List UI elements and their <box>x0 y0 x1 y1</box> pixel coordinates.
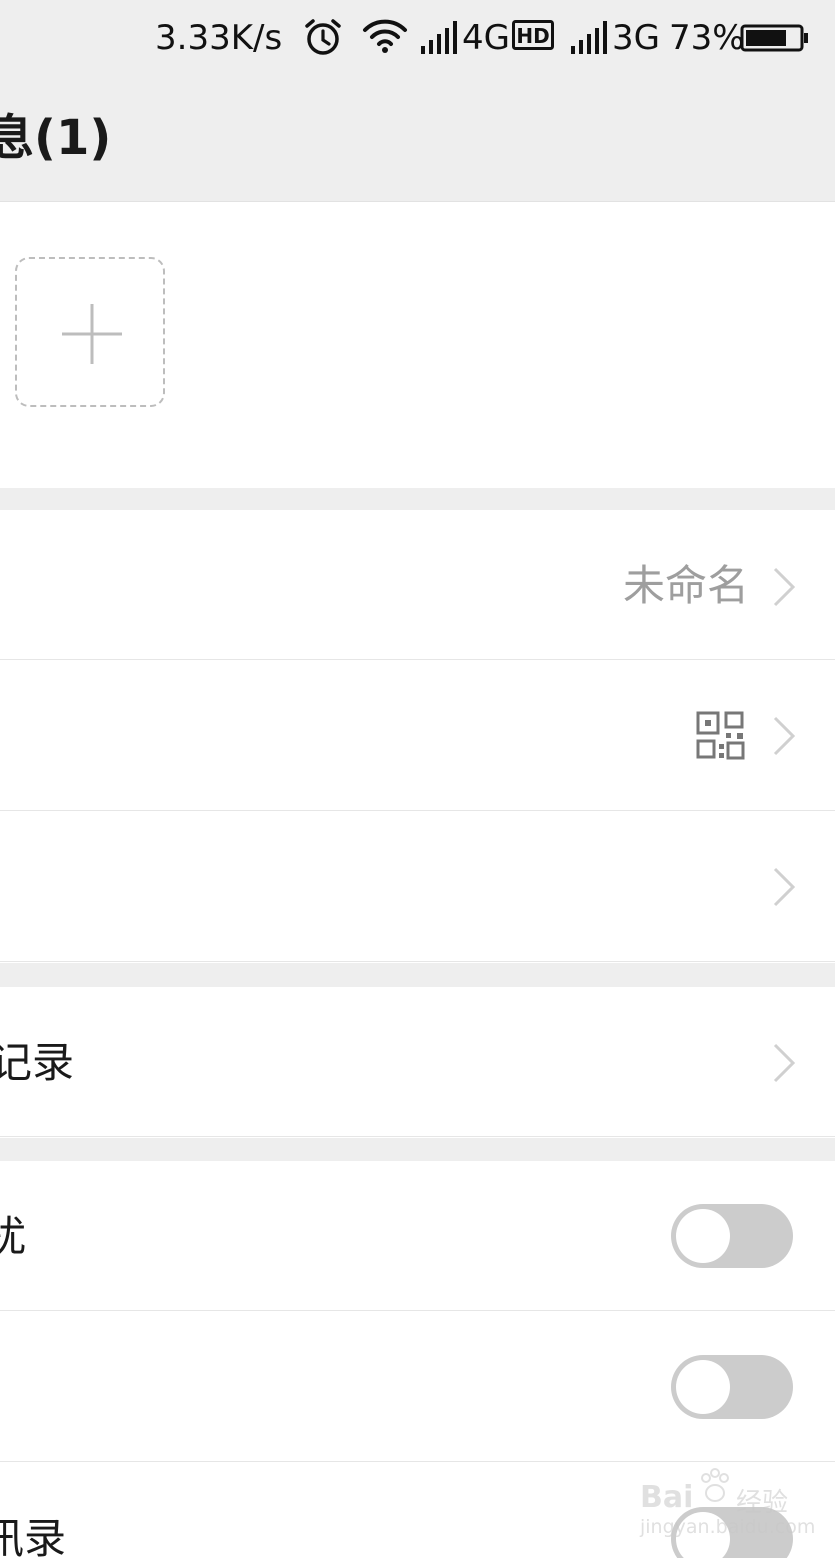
paw-icon <box>701 1468 729 1502</box>
wifi-icon <box>363 19 407 53</box>
hd-badge-icon: HD <box>512 20 554 50</box>
chat-history-row[interactable]: 记录 <box>0 987 835 1137</box>
do-not-disturb-label: 扰 <box>0 1212 27 1261</box>
do-not-disturb-row: 扰 <box>0 1161 835 1311</box>
status-bar: 3.33K/s 4G HD 3G 73% <box>0 0 835 78</box>
toggle-knob <box>676 1360 730 1414</box>
section-divider <box>0 963 835 987</box>
chevron-right-icon <box>773 867 796 907</box>
save-to-contacts-label: 讯录 <box>0 1514 67 1558</box>
plus-icon <box>62 304 122 364</box>
toggle-knob <box>676 1209 730 1263</box>
group-qr-code-row[interactable] <box>0 661 835 811</box>
baidu-watermark: Bai 经验 jingyan.baidu.com <box>640 1462 815 1542</box>
pin-chat-row <box>0 1312 835 1462</box>
network-type-primary: 4G <box>462 18 510 58</box>
pin-chat-toggle[interactable] <box>671 1355 793 1419</box>
svg-text:HD: HD <box>516 24 549 48</box>
signal-strength-secondary-icon <box>571 21 607 54</box>
group-name-row[interactable]: 未命名 <box>0 510 835 660</box>
battery-icon <box>740 24 808 52</box>
network-speed: 3.33K/s <box>155 18 283 58</box>
section-divider <box>0 1138 835 1161</box>
battery-percent: 73% <box>669 18 745 58</box>
chat-history-label: 记录 <box>0 1038 75 1087</box>
group-name-value: 未命名 <box>622 561 749 610</box>
page-title: 息(1) <box>0 110 112 166</box>
do-not-disturb-toggle[interactable] <box>671 1204 793 1268</box>
group-notice-row[interactable] <box>0 812 835 962</box>
add-member-button[interactable] <box>15 257 165 407</box>
chevron-right-icon <box>773 1043 796 1083</box>
signal-strength-icon <box>421 21 457 54</box>
qr-code-icon <box>696 711 745 760</box>
watermark-brand: Bai <box>640 1480 694 1515</box>
watermark-url: jingyan.baidu.com <box>640 1516 816 1538</box>
network-type-secondary: 3G <box>612 18 660 58</box>
chevron-right-icon <box>773 716 796 756</box>
group-chat-info-screen: 3.33K/s 4G HD 3G 73% 息(1) 未命名 记录 扰 讯录 Ba… <box>0 0 835 1558</box>
alarm-icon <box>305 19 341 55</box>
header-bar <box>0 78 835 202</box>
chevron-right-icon <box>773 567 796 607</box>
watermark-brand-cn: 经验 <box>736 1488 789 1518</box>
section-divider <box>0 488 835 510</box>
